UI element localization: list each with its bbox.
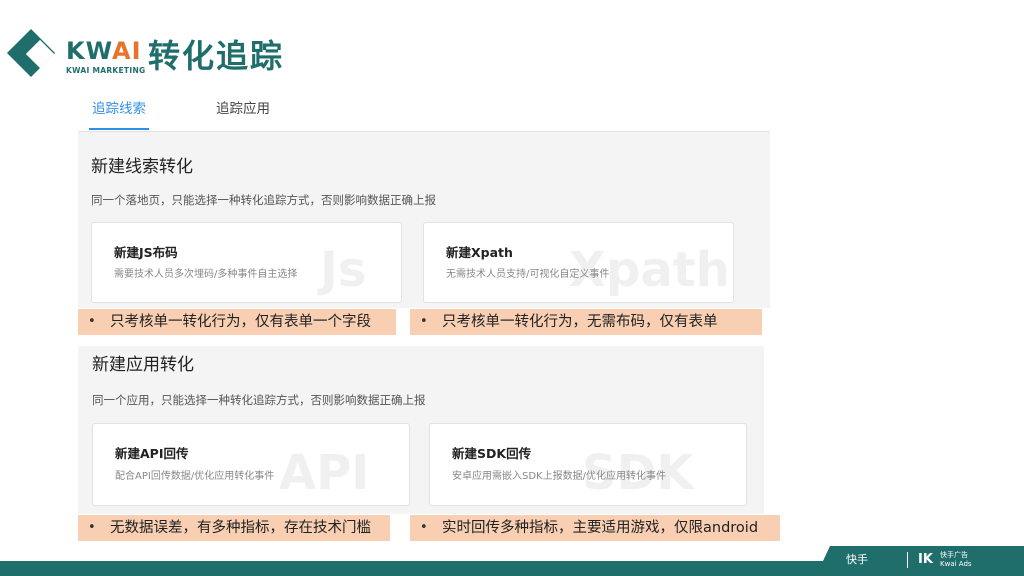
kwai-ads-mark-icon: IK: [918, 552, 933, 567]
new-xpath-card[interactable]: Xpath 新建Xpath 无需技术人员支持/可视化自定义事件: [423, 222, 734, 303]
kwai-ads-logo: 快手广告 Kwai Ads: [940, 551, 972, 568]
card-description: 需要技术人员多次埋码/多种事件自主选择: [114, 269, 298, 280]
note-text: 只考核单一转化行为，仅有表单一个字段: [110, 314, 371, 330]
new-js-code-card[interactable]: Js 新建JS布码 需要技术人员多次埋码/多种事件自主选择: [91, 222, 402, 303]
note-js: • 只考核单一转化行为，仅有表单一个字段: [78, 309, 396, 335]
card-watermark: API: [279, 445, 370, 501]
card-description: 无需技术人员支持/可视化自定义事件: [446, 269, 610, 280]
kwai-marketing-logo: KWAI KWAI MARKETING: [6, 28, 145, 84]
note-text: 只考核单一转化行为，无需布码，仅有表单: [442, 314, 718, 330]
footer-divider: [907, 552, 908, 568]
section-description: 同一个落地页，只能选择一种转化追踪方式，否则影响数据正确上报: [91, 193, 436, 207]
section-title: 新建应用转化: [92, 355, 194, 375]
tab-track-apps[interactable]: 追踪应用: [216, 100, 270, 118]
card-title: 新建SDK回传: [452, 446, 532, 461]
card-description: 安卓应用需嵌入SDK上报数据/优化应用转化事件: [452, 471, 666, 482]
section-description: 同一个应用，只能选择一种转化追踪方式，否则影响数据正确上报: [92, 393, 426, 407]
card-watermark: Js: [320, 242, 367, 298]
section-title: 新建线索转化: [91, 157, 193, 177]
bullet: •: [88, 314, 96, 329]
note-api: • 无数据误差，有多种指标，存在技术门槛: [78, 515, 390, 541]
card-title: 新建JS布码: [114, 245, 178, 260]
note-sdk: • 实时回传多种指标，主要适用游戏，仅限android: [410, 515, 780, 541]
note-text: 无数据误差，有多种指标，存在技术门槛: [110, 520, 371, 536]
bullet: •: [88, 520, 96, 535]
lead-conversion-panel: 新建线索转化 同一个落地页，只能选择一种转化追踪方式，否则影响数据正确上报 Js…: [78, 132, 770, 308]
app-conversion-panel: 新建应用转化 同一个应用，只能选择一种转化追踪方式，否则影响数据正确上报 API…: [78, 346, 764, 514]
kuaishou-logo: 快手: [846, 553, 868, 566]
card-title: 新建Xpath: [446, 245, 513, 260]
note-text: 实时回传多种指标，主要适用游戏，仅限android: [442, 520, 759, 536]
bullet: •: [420, 520, 428, 535]
card-description: 配合API回传数据/优化应用转化事件: [115, 471, 275, 482]
logo-wordmark: KWAI: [66, 37, 142, 65]
tab-track-leads[interactable]: 追踪线索: [89, 100, 149, 130]
new-sdk-callback-card[interactable]: SDK 新建SDK回传 安卓应用需嵌入SDK上报数据/优化应用转化事件: [429, 423, 747, 506]
new-api-callback-card[interactable]: API 新建API回传 配合API回传数据/优化应用转化事件: [92, 423, 410, 506]
card-title: 新建API回传: [115, 446, 189, 461]
bullet: •: [420, 314, 428, 329]
page-title: 转化追踪: [148, 37, 285, 75]
logo-subtitle: KWAI MARKETING: [66, 66, 146, 75]
note-xpath: • 只考核单一转化行为，无需布码，仅有表单: [410, 309, 762, 335]
